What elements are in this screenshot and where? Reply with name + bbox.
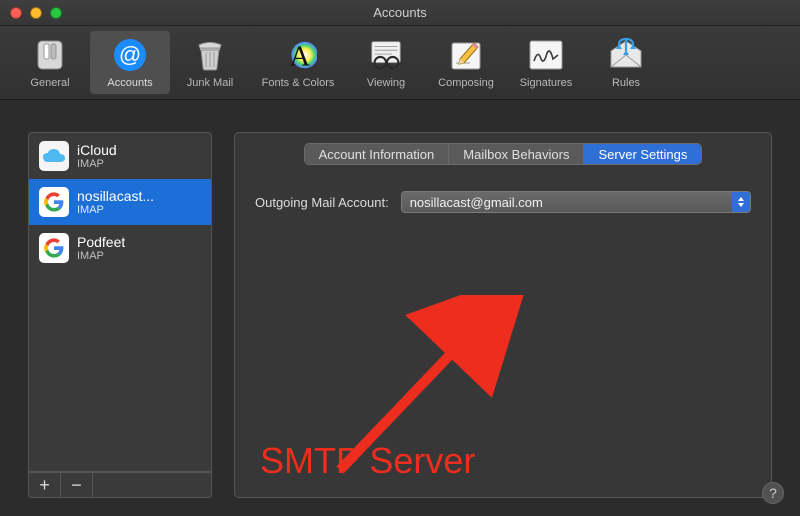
account-row-icloud[interactable]: iCloud IMAP bbox=[29, 133, 211, 179]
outgoing-mail-value: nosillacast@gmail.com bbox=[410, 195, 543, 210]
account-name: Podfeet bbox=[77, 234, 125, 250]
tab-mailbox-behaviors[interactable]: Mailbox Behaviors bbox=[449, 144, 584, 164]
svg-text:@: @ bbox=[119, 42, 141, 67]
account-protocol: IMAP bbox=[77, 158, 117, 171]
google-icon bbox=[39, 187, 69, 217]
icloud-icon bbox=[39, 141, 69, 171]
window-title: Accounts bbox=[0, 5, 800, 20]
toolbar-signatures-label: Signatures bbox=[520, 77, 573, 89]
toolbar-signatures[interactable]: Signatures bbox=[506, 31, 586, 94]
outgoing-mail-select[interactable]: nosillacast@gmail.com bbox=[401, 191, 751, 213]
at-sign-icon: @ bbox=[111, 36, 149, 74]
glasses-icon bbox=[367, 36, 405, 74]
trash-icon bbox=[191, 36, 229, 74]
account-protocol: IMAP bbox=[77, 204, 154, 217]
tab-server-settings[interactable]: Server Settings bbox=[584, 144, 701, 164]
panel-tabs-wrap: Account Information Mailbox Behaviors Se… bbox=[235, 133, 771, 165]
toolbar-viewing[interactable]: Viewing bbox=[346, 31, 426, 94]
pencil-icon bbox=[447, 36, 485, 74]
settings-panel: Account Information Mailbox Behaviors Se… bbox=[234, 132, 772, 498]
outgoing-mail-label: Outgoing Mail Account: bbox=[255, 195, 389, 210]
account-protocol: IMAP bbox=[77, 250, 125, 263]
toolbar-accounts-label: Accounts bbox=[107, 77, 152, 89]
account-name: nosillacast... bbox=[77, 188, 154, 204]
toolbar-composing-label: Composing bbox=[438, 77, 494, 89]
toolbar-junk-mail-label: Junk Mail bbox=[187, 77, 233, 89]
outgoing-server-row: Outgoing Mail Account: nosillacast@gmail… bbox=[255, 191, 751, 213]
remove-account-button[interactable]: − bbox=[61, 473, 93, 497]
content-area: iCloud IMAP nosillacast... IMAP bbox=[0, 100, 800, 516]
panel-body: Outgoing Mail Account: nosillacast@gmail… bbox=[235, 165, 771, 239]
switch-icon bbox=[31, 36, 69, 74]
panel-tabbar: Account Information Mailbox Behaviors Se… bbox=[304, 143, 703, 165]
google-icon bbox=[39, 233, 69, 263]
preferences-toolbar: General @ Accounts Junk Mail bbox=[0, 26, 800, 100]
toolbar-composing[interactable]: Composing bbox=[426, 31, 506, 94]
toolbar-accounts[interactable]: @ Accounts bbox=[90, 31, 170, 94]
toolbar-rules-label: Rules bbox=[612, 77, 640, 89]
toolbar-fonts-colors-label: Fonts & Colors bbox=[262, 77, 335, 89]
tab-account-information[interactable]: Account Information bbox=[305, 144, 450, 164]
accounts-list: iCloud IMAP nosillacast... IMAP bbox=[28, 132, 212, 472]
rules-icon bbox=[607, 36, 645, 74]
updown-arrows-icon bbox=[732, 192, 750, 212]
toolbar-rules[interactable]: Rules bbox=[586, 31, 666, 94]
accounts-sidebar: iCloud IMAP nosillacast... IMAP bbox=[28, 132, 212, 498]
help-button[interactable]: ? bbox=[762, 482, 784, 504]
toolbar-fonts-colors[interactable]: A Fonts & Colors bbox=[250, 31, 346, 94]
account-name: iCloud bbox=[77, 142, 117, 158]
signature-icon bbox=[527, 36, 565, 74]
toolbar-viewing-label: Viewing bbox=[367, 77, 405, 89]
toolbar-general-label: General bbox=[30, 77, 69, 89]
add-account-button[interactable]: + bbox=[29, 473, 61, 497]
svg-text:A: A bbox=[289, 41, 310, 72]
account-row-nosillacast[interactable]: nosillacast... IMAP bbox=[29, 179, 211, 225]
toolbar-general[interactable]: General bbox=[10, 31, 90, 94]
sidebar-footer: + − bbox=[28, 472, 212, 498]
toolbar-junk-mail[interactable]: Junk Mail bbox=[170, 31, 250, 94]
title-bar: Accounts bbox=[0, 0, 800, 26]
fonts-colors-icon: A bbox=[279, 36, 317, 74]
account-row-podfeet[interactable]: Podfeet IMAP bbox=[29, 225, 211, 271]
